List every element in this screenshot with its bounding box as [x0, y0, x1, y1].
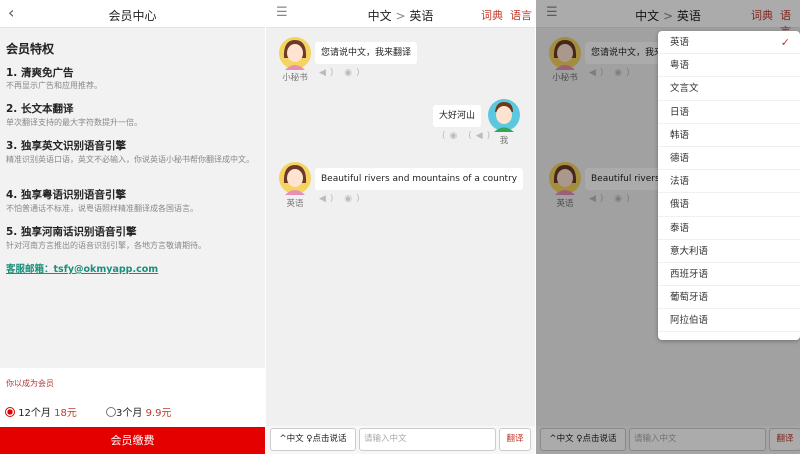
- language-option[interactable]: 俄语: [658, 193, 800, 217]
- language-label: 日语: [670, 106, 690, 118]
- support-email-link[interactable]: 客服邮箱：tsfy@okmyapp.com: [6, 261, 158, 275]
- language-label: 俄语: [670, 199, 690, 211]
- sender-label: 小秘书: [282, 73, 308, 83]
- language-option[interactable]: 韩语: [658, 124, 800, 147]
- translation-avatar: [279, 162, 311, 195]
- dictionary-link[interactable]: 词典: [481, 7, 503, 23]
- message-bubble[interactable]: Beautiful rivers and mountains of a coun…: [315, 168, 524, 190]
- language-option[interactable]: 英语 ✓: [658, 31, 800, 55]
- plan-price: 9.9元: [145, 408, 172, 419]
- plan-price: 18元: [54, 408, 77, 419]
- plan-12-months[interactable]: 12个月 18元: [5, 404, 77, 419]
- feature-title: 3. 独享英文识别语音引擎: [6, 140, 126, 152]
- feature-desc: 不再显示广告和应用推荐。: [6, 81, 102, 90]
- section-title: 会员特权: [6, 42, 55, 56]
- language-label: 粤语: [670, 60, 690, 72]
- text-input[interactable]: 请输入中文: [359, 428, 496, 451]
- language-label: 英语: [670, 37, 690, 48]
- member-center-screen: ‹ 会员中心 会员特权 1. 清爽免广告 不再显示广告和应用推荐。 2. 长文本…: [0, 0, 265, 454]
- member-status: 你以成为会员: [6, 379, 54, 388]
- sender-label: 英语: [286, 199, 304, 209]
- speaker-icon[interactable]: ◀) ◉): [319, 194, 364, 204]
- feature-title: 5. 独享河南话识别语音引擎: [6, 226, 137, 238]
- pay-button[interactable]: 会员缴费: [0, 427, 265, 454]
- language-link[interactable]: 语言: [510, 7, 532, 23]
- feature-desc: 针对河南方言推出的语音识别引擎，各地方言敬请期待。: [6, 241, 206, 250]
- language-label: 意大利语: [670, 245, 709, 257]
- language-label: 法语: [670, 176, 690, 188]
- feature-desc: 精准识别英语口语，英文不必输入，你说英语小秘书帮你翻译成中文。: [6, 155, 254, 164]
- language-label: 韩语: [670, 129, 690, 141]
- language-dropdown: 英语 ✓ 粤语文言文日语韩语德语法语俄语泰语意大利语西班牙语葡萄牙语阿拉伯语: [658, 31, 800, 340]
- message-bubble[interactable]: 大好河山: [433, 105, 482, 127]
- plan-3-months[interactable]: 3个月 9.9元: [106, 404, 171, 419]
- language-label: 泰语: [670, 222, 690, 234]
- input-bar: ^中文 ♀点击说话 请输入中文 翻译: [266, 426, 535, 454]
- radio-icon[interactable]: [106, 407, 116, 417]
- language-option[interactable]: 日语: [658, 101, 800, 124]
- purchase-area: 你以成为会员 12个月 18元 3个月 9.9元: [0, 368, 265, 427]
- language-option[interactable]: 泰语: [658, 217, 800, 240]
- message-bubble[interactable]: 您请说中文，我来翻译: [315, 42, 418, 64]
- chat-screen-language-menu: ☰ 中文 > 英语 词典 语言 小秘书 您请说中文，我来翻译 ◀) ◉) 大好河…: [536, 0, 800, 454]
- page-title: 会员中心: [108, 9, 157, 23]
- language-label: 文言文: [670, 83, 699, 95]
- radio-selected-icon[interactable]: [5, 407, 15, 417]
- language-label: 阿拉伯语: [670, 315, 709, 327]
- language-option[interactable]: 粤语: [658, 54, 800, 78]
- voice-input-button[interactable]: ^中文 ♀点击说话: [270, 428, 356, 451]
- language-label: 德语: [670, 152, 690, 164]
- check-icon: ✓: [780, 36, 790, 49]
- chat-screen: ☰ 中文 > 英语 词典 语言 小秘书 您请说中文，我来翻译 ◀) ◉) 大好河…: [266, 0, 535, 454]
- plan-label: 3个月: [116, 408, 143, 419]
- language-option[interactable]: 法语: [658, 170, 800, 194]
- plan-label: 12个月: [18, 408, 51, 419]
- feature-desc: 不怕普通话不标准，说粤语照样精准翻译成各国语言。: [6, 204, 198, 213]
- assistant-avatar: [279, 37, 311, 70]
- language-option[interactable]: 阿拉伯语: [658, 309, 800, 333]
- speaker-icon[interactable]: (◉ (◀): [442, 131, 494, 141]
- feature-title: 4. 独享粤语识别语音引擎: [6, 189, 126, 201]
- header: ‹ 会员中心: [0, 0, 265, 28]
- translate-button[interactable]: 翻译: [499, 428, 531, 451]
- feature-desc: 单次翻译支持的最大字符数提升一倍。: [6, 118, 142, 127]
- feature-title: 1. 清爽免广告: [6, 67, 74, 79]
- language-option[interactable]: 葡萄牙语: [658, 286, 800, 310]
- language-label: 西班牙语: [670, 268, 709, 280]
- user-avatar: [488, 99, 520, 132]
- language-option[interactable]: 意大利语: [658, 240, 800, 263]
- feature-title: 2. 长文本翻译: [6, 103, 74, 115]
- language-option[interactable]: 西班牙语: [658, 263, 800, 287]
- language-option[interactable]: 文言文: [658, 77, 800, 101]
- language-option[interactable]: 德语: [658, 147, 800, 171]
- speaker-icon[interactable]: ◀) ◉): [319, 68, 364, 78]
- language-label: 葡萄牙语: [670, 292, 709, 304]
- header: ☰ 中文 > 英语 词典 语言: [266, 0, 535, 28]
